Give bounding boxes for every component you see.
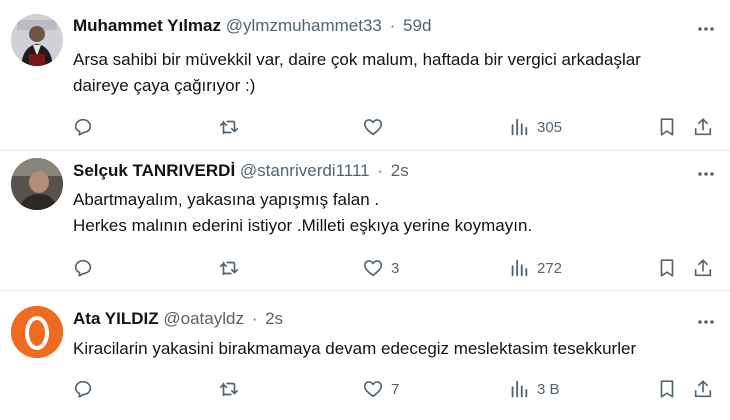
tweet-text: Abartmayalım, yakasına yapışmış falan . … xyxy=(73,187,532,239)
avatar[interactable] xyxy=(11,158,63,210)
share-button[interactable] xyxy=(692,256,714,280)
reply-icon xyxy=(74,118,92,136)
tweet-text-line: Herkes malının ederini istiyor .Milleti … xyxy=(73,216,533,235)
tweet-text-line: Abartmayalım, yakasına yapışmış falan . xyxy=(73,190,380,209)
share-button[interactable] xyxy=(692,115,714,139)
more-options-icon[interactable] xyxy=(696,165,716,183)
tweet-text-line: daireye çaya çağırıyor :) xyxy=(73,76,256,95)
separator: · xyxy=(251,309,258,328)
views-button[interactable]: 305 xyxy=(508,115,562,139)
tweet-header: Muhammet Yılmaz @ylmzmuhammet33 · 59d xyxy=(73,16,431,36)
timestamp[interactable]: 2s xyxy=(265,309,283,328)
view-count: 272 xyxy=(537,259,563,277)
bookmark-button[interactable] xyxy=(656,377,678,401)
like-button[interactable] xyxy=(362,115,391,139)
views-icon xyxy=(511,380,528,398)
like-icon xyxy=(363,119,383,136)
tweet-text: Kiracilarin yakasini birakmamaya devam e… xyxy=(73,336,636,362)
views-button[interactable]: 3 B xyxy=(508,377,560,401)
bookmark-button[interactable] xyxy=(656,115,678,139)
avatar[interactable] xyxy=(11,14,63,66)
bookmark-icon xyxy=(660,118,674,136)
tweet-header: Selçuk TANRIVERDİ @stanriverdi1111 · 2s xyxy=(73,161,409,181)
like-icon xyxy=(363,260,383,277)
tweet-text-line: Arsa sahibi bir müvekkil var, daire çok … xyxy=(73,50,641,69)
separator: · xyxy=(389,16,396,35)
tweet-actions: 7 3 B xyxy=(0,377,730,401)
more-options-icon[interactable] xyxy=(696,20,716,38)
reply-icon xyxy=(74,380,92,398)
tweet-text: Arsa sahibi bir müvekkil var, daire çok … xyxy=(73,47,641,99)
views-icon xyxy=(511,118,528,136)
like-count: 7 xyxy=(391,380,400,398)
share-button[interactable] xyxy=(692,377,714,401)
tweet[interactable]: Muhammet Yılmaz @ylmzmuhammet33 · 59d Ar… xyxy=(0,0,730,150)
view-count: 305 xyxy=(537,118,563,136)
like-button[interactable]: 3 xyxy=(362,256,399,280)
more-options-icon[interactable] xyxy=(696,313,716,331)
avatar[interactable] xyxy=(11,306,63,358)
retweet-icon xyxy=(219,261,239,276)
separator: · xyxy=(377,161,384,180)
like-button[interactable]: 7 xyxy=(362,377,399,401)
reply-button[interactable] xyxy=(72,377,94,401)
bookmark-button[interactable] xyxy=(656,256,678,280)
timestamp[interactable]: 59d xyxy=(403,16,431,35)
tweet-header: Ata YILDIZ @oatayldz · 2s xyxy=(73,309,283,329)
like-icon xyxy=(363,381,383,398)
author-name[interactable]: Ata YILDIZ xyxy=(73,309,159,328)
views-button[interactable]: 272 xyxy=(508,256,562,280)
reply-button[interactable] xyxy=(72,115,94,139)
author-handle[interactable]: @oatayldz xyxy=(163,309,244,328)
retweet-icon xyxy=(219,382,239,397)
author-handle[interactable]: @stanriverdi1111 xyxy=(240,161,370,180)
views-icon xyxy=(511,259,528,277)
retweet-button[interactable] xyxy=(218,377,240,401)
author-name[interactable]: Muhammet Yılmaz xyxy=(73,16,221,35)
share-icon xyxy=(694,380,712,398)
view-count: 3 B xyxy=(537,380,560,398)
author-handle[interactable]: @ylmzmuhammet33 xyxy=(226,16,382,35)
retweet-icon xyxy=(219,120,239,135)
like-count: 3 xyxy=(391,259,400,277)
tweet[interactable]: Ata YILDIZ @oatayldz · 2s Kiracilarin ya… xyxy=(0,290,730,420)
author-name[interactable]: Selçuk TANRIVERDİ xyxy=(73,161,235,180)
share-icon xyxy=(694,259,712,277)
tweet[interactable]: Selçuk TANRIVERDİ @stanriverdi1111 · 2s … xyxy=(0,150,730,290)
bookmark-icon xyxy=(660,259,674,277)
tweet-actions: 305 xyxy=(0,115,730,139)
reply-icon xyxy=(74,259,92,277)
retweet-button[interactable] xyxy=(218,115,240,139)
tweet-actions: 3 272 xyxy=(0,256,730,280)
retweet-button[interactable] xyxy=(218,256,240,280)
timestamp[interactable]: 2s xyxy=(391,161,409,180)
bookmark-icon xyxy=(660,380,674,398)
tweet-text-line: Kiracilarin yakasini birakmamaya devam e… xyxy=(73,339,637,358)
reply-button[interactable] xyxy=(72,256,94,280)
share-icon xyxy=(694,118,712,136)
